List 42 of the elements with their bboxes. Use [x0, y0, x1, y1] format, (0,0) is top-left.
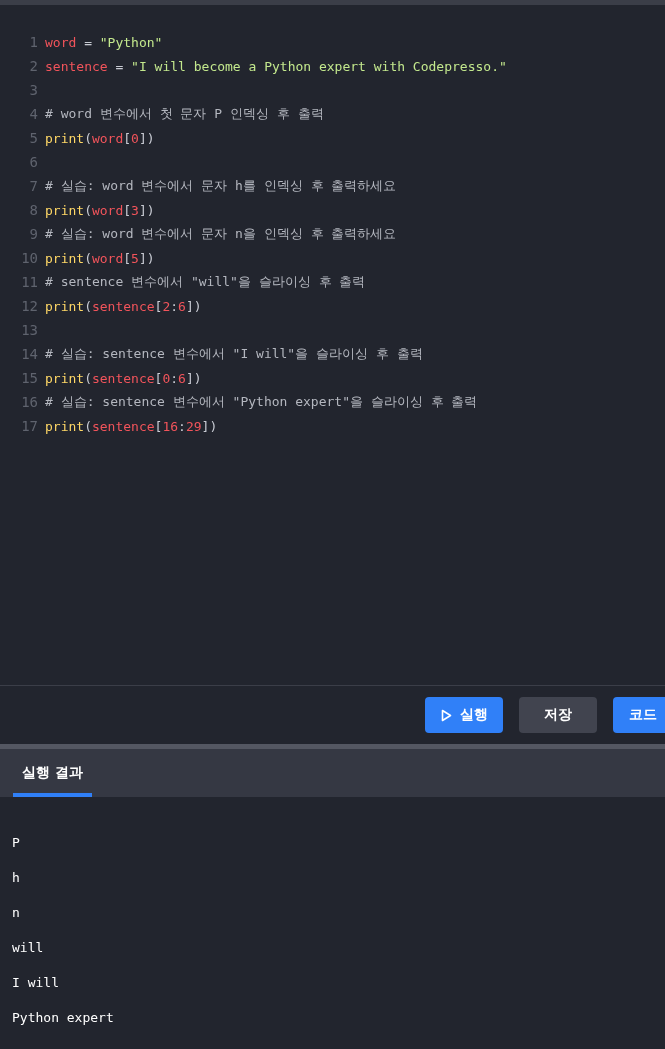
code-line: print(sentence[0:6]): [45, 370, 202, 386]
line-number: 5: [28, 130, 39, 146]
result-tab[interactable]: 실행 결과: [13, 749, 92, 797]
output-line: I will: [12, 974, 59, 992]
play-icon: [440, 708, 452, 722]
code-line: # word 변수에서 첫 문자 P 인덱싱 후 출력: [45, 105, 324, 123]
code-line: print(word[0]): [45, 130, 155, 146]
line-number: 4: [28, 106, 39, 122]
code-button[interactable]: 코드: [613, 697, 665, 733]
code-line: print(sentence[2:6]): [45, 298, 202, 314]
output-line: n: [12, 904, 20, 922]
line-number: 7: [28, 178, 39, 194]
line-number: 15: [20, 370, 39, 386]
save-button[interactable]: 저장: [519, 697, 597, 733]
output-line: will: [12, 939, 44, 957]
code-line: sentence = "I will become a Python expert with Codepresso.": [45, 58, 507, 74]
output-line: P: [12, 834, 20, 852]
line-number: 9: [28, 226, 39, 242]
code-line: # 실습: word 변수에서 문자 h를 인덱싱 후 출력하세요: [45, 177, 397, 195]
code-line: # 실습: sentence 변수에서 "Python expert"을 슬라이싱 후 출력: [45, 393, 478, 411]
line-number: 11: [20, 274, 39, 290]
line-number: 6: [28, 154, 39, 170]
line-number: 12: [20, 298, 39, 314]
line-number: 1: [28, 34, 39, 50]
line-number: 3: [28, 82, 39, 98]
line-number: 2: [28, 58, 39, 74]
output-line: Python expert: [12, 1009, 114, 1027]
output-line: h: [12, 869, 20, 887]
code-line: # sentence 변수에서 "will"을 슬라이싱 후 출력: [45, 273, 366, 291]
run-button[interactable]: 실행: [425, 697, 503, 733]
code-line: print(word[3]): [45, 202, 155, 218]
line-number: 16: [20, 394, 39, 410]
line-number: 17: [20, 418, 39, 434]
code-line: # 실습: word 변수에서 문자 n을 인덱싱 후 출력하세요: [45, 225, 397, 243]
code-line: # 실습: sentence 변수에서 "I will"을 슬라이싱 후 출력: [45, 345, 423, 363]
code-line: print(sentence[16:29]): [45, 418, 218, 434]
line-number: 8: [28, 202, 39, 218]
line-number: 14: [20, 346, 39, 362]
line-number: 10: [20, 250, 39, 266]
code-line: word = "Python": [45, 34, 163, 50]
line-number: 13: [20, 322, 39, 338]
code-line: print(word[5]): [45, 250, 155, 266]
